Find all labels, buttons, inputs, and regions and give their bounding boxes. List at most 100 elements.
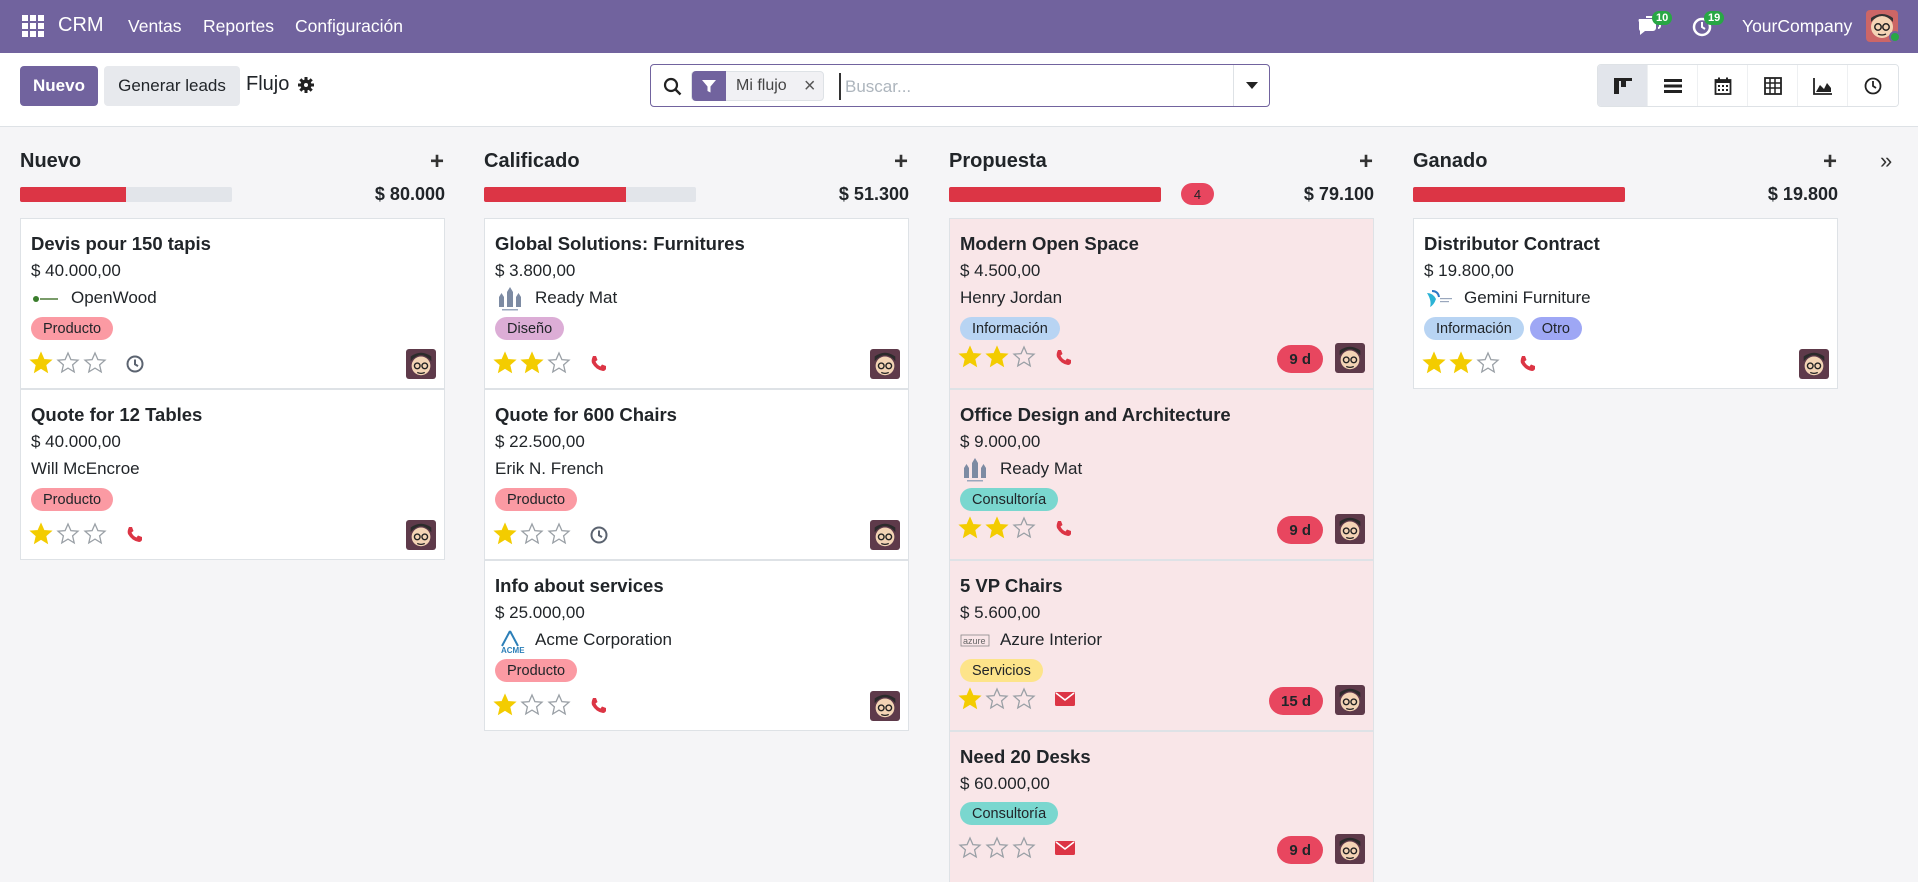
priority-stars[interactable] [29,351,110,377]
salesperson-avatar[interactable] [1335,343,1365,373]
star-empty-icon[interactable] [1012,687,1039,713]
phone-icon[interactable] [1518,354,1538,374]
star-filled-icon[interactable] [958,345,985,371]
priority-stars[interactable] [29,522,110,548]
star-empty-icon[interactable] [1012,516,1039,542]
menu-reportes[interactable]: Reportes [203,16,274,37]
app-brand[interactable]: CRM [58,14,104,37]
column-count-badge[interactable]: 4 [1181,183,1214,205]
search-icon[interactable] [663,77,682,96]
search-input[interactable] [839,73,1219,100]
email-icon[interactable] [1054,690,1075,710]
star-empty-icon[interactable] [958,836,985,862]
menu-ventas[interactable]: Ventas [128,16,182,37]
kanban-card[interactable]: Devis pour 150 tapis $ 40.000,00 OpenWood P… [20,218,445,389]
priority-stars[interactable] [958,345,1039,371]
kanban-card[interactable]: Need 20 Desks $ 60.000,00 Consultoría 9 d [949,731,1374,882]
new-button[interactable]: Nuevo [20,66,98,106]
salesperson-avatar[interactable] [1335,834,1365,864]
salesperson-avatar[interactable] [406,349,436,379]
star-filled-icon[interactable] [958,687,985,713]
star-filled-icon[interactable] [985,516,1012,542]
star-empty-icon[interactable] [1012,345,1039,371]
star-filled-icon[interactable] [1422,351,1449,377]
star-filled-icon[interactable] [958,516,985,542]
star-filled-icon[interactable] [985,345,1012,371]
apps-menu-icon[interactable] [22,15,44,37]
quick-create-plus-icon[interactable]: + [430,148,444,176]
filter-facet[interactable]: Mi flujo × [691,71,824,101]
priority-stars[interactable] [958,516,1039,542]
column-progress-bar[interactable] [949,187,1161,202]
salesperson-avatar[interactable] [406,520,436,550]
kanban-card[interactable]: Distributor Contract $ 19.800,00 Gemini Fu… [1413,218,1838,389]
quick-create-plus-icon[interactable]: + [894,148,908,176]
fold-columns-icon[interactable]: » [1880,148,1892,174]
kanban-view-button[interactable] [1598,65,1648,106]
star-empty-icon[interactable] [1012,836,1039,862]
star-filled-icon[interactable] [520,351,547,377]
kanban-card[interactable]: Office Design and Architecture $ 9.000,00… [949,389,1374,560]
salesperson-avatar[interactable] [1335,685,1365,715]
menu-configuracion[interactable]: Configuración [295,16,403,37]
priority-stars[interactable] [1422,351,1503,377]
kanban-card[interactable]: Global Solutions: Furnitures $ 3.800,00 Re… [484,218,909,389]
salesperson-avatar[interactable] [870,691,900,721]
activity-view-button[interactable] [1848,65,1898,106]
priority-stars[interactable] [493,522,574,548]
star-empty-icon[interactable] [547,351,574,377]
calendar-view-button[interactable] [1698,65,1748,106]
graph-view-button[interactable] [1798,65,1848,106]
column-progress-bar[interactable] [1413,187,1625,202]
star-empty-icon[interactable] [547,693,574,719]
star-filled-icon[interactable] [493,693,520,719]
phone-icon[interactable] [1054,348,1074,368]
star-empty-icon[interactable] [1476,351,1503,377]
gear-icon[interactable] [297,76,315,94]
star-empty-icon[interactable] [56,351,83,377]
priority-stars[interactable] [958,836,1039,862]
column-progress-bar[interactable] [484,187,696,202]
star-filled-icon[interactable] [1449,351,1476,377]
salesperson-avatar[interactable] [1335,514,1365,544]
star-empty-icon[interactable] [547,522,574,548]
star-filled-icon[interactable] [29,351,56,377]
star-empty-icon[interactable] [83,522,110,548]
column-progress-bar[interactable] [20,187,232,202]
clock-icon[interactable] [589,525,609,545]
kanban-card[interactable]: Quote for 12 Tables $ 40.000,00 Will McEnc… [20,389,445,560]
kanban-card[interactable]: Info about services $ 25.000,00 ACME Acme C… [484,560,909,731]
kanban-card[interactable]: Quote for 600 Chairs $ 22.500,00 Erik N. F… [484,389,909,560]
star-empty-icon[interactable] [985,687,1012,713]
quick-create-plus-icon[interactable]: + [1359,148,1373,176]
clock-icon[interactable] [125,354,145,374]
salesperson-avatar[interactable] [870,349,900,379]
generate-leads-button[interactable]: Generar leads [104,66,240,106]
phone-icon[interactable] [1054,519,1074,539]
star-empty-icon[interactable] [83,351,110,377]
quick-create-plus-icon[interactable]: + [1823,148,1837,176]
star-empty-icon[interactable] [520,522,547,548]
priority-stars[interactable] [958,687,1039,713]
priority-stars[interactable] [493,351,574,377]
company-switcher[interactable]: YourCompany [1742,16,1852,37]
phone-icon[interactable] [589,696,609,716]
star-empty-icon[interactable] [56,522,83,548]
star-filled-icon[interactable] [29,522,56,548]
salesperson-avatar[interactable] [870,520,900,550]
list-view-button[interactable] [1648,65,1698,106]
kanban-card[interactable]: Modern Open Space $ 4.500,00 Henry Jordan I… [949,218,1374,389]
priority-stars[interactable] [493,693,574,719]
star-filled-icon[interactable] [493,351,520,377]
search-options-toggle[interactable] [1233,65,1269,106]
email-icon[interactable] [1054,839,1075,859]
remove-facet-icon[interactable]: × [797,72,823,100]
phone-icon[interactable] [125,525,145,545]
salesperson-avatar[interactable] [1799,349,1829,379]
star-filled-icon[interactable] [493,522,520,548]
kanban-card[interactable]: 5 VP Chairs $ 5.600,00 azure Azure Interior… [949,560,1374,731]
pivot-view-button[interactable] [1748,65,1798,106]
star-empty-icon[interactable] [985,836,1012,862]
star-empty-icon[interactable] [520,693,547,719]
phone-icon[interactable] [589,354,609,374]
